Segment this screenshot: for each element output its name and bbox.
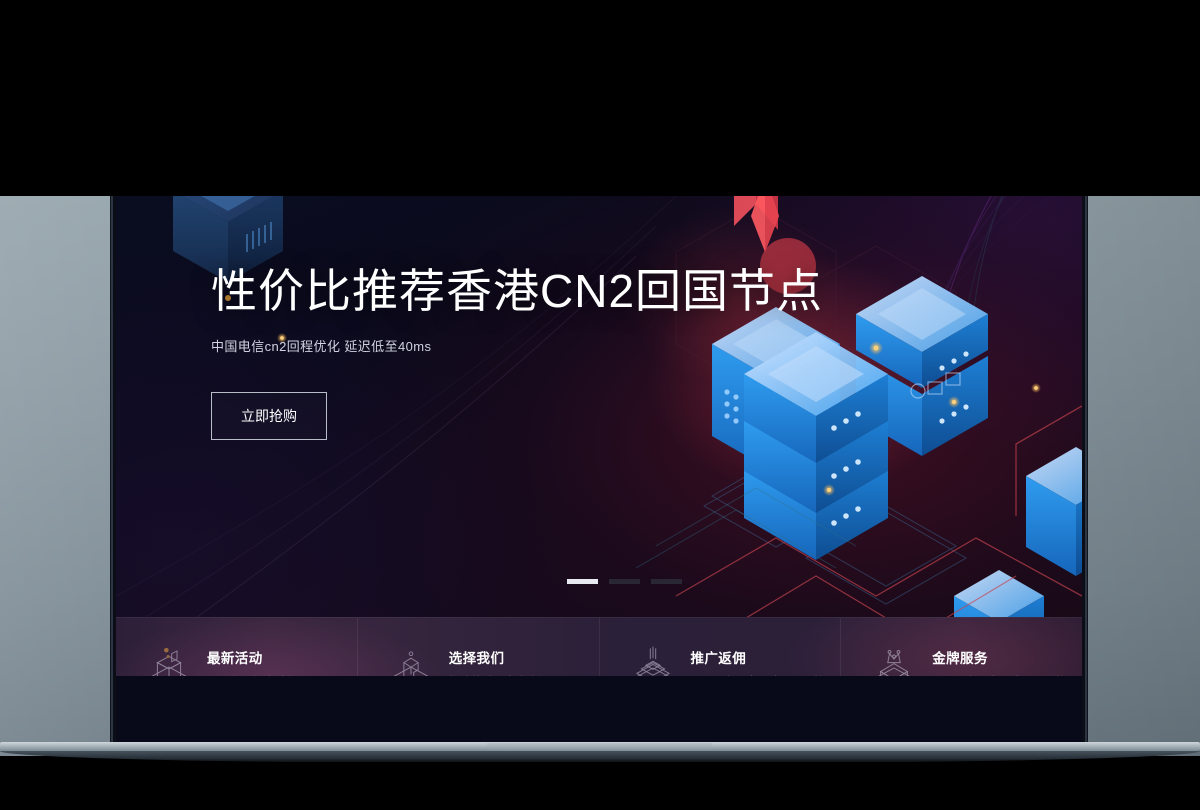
laptop-base — [0, 742, 1200, 764]
hero-headline: 性价比推荐香港CN2回国节点 — [211, 265, 824, 317]
feature-text: 推广返佣 百分服务，安心购，用无忧 — [691, 647, 825, 677]
feature-card-referral[interactable]: 推广返佣 百分服务，安心购，用无忧 — [600, 618, 842, 676]
feature-desc: 百分服务，安心购，用无忧 — [932, 673, 1066, 677]
feature-title: 最新活动 — [207, 650, 263, 666]
feature-desc: 云服务器新购2折起 — [207, 673, 303, 677]
carousel-dot-2[interactable] — [609, 579, 640, 584]
screenshot-stage: KVMCloud 门户首页 产品中心 公告信息 服务支持 解决方案 生态合作 — [0, 0, 1200, 810]
feature-card-latest-activity[interactable]: 最新活动 云服务器新购2折起 — [116, 618, 358, 676]
feature-text: 选择我们 极致体验，安全合规 — [449, 647, 550, 677]
crown-box-icon — [877, 649, 911, 676]
feature-card-premium-service[interactable]: 金牌服务 百分服务，安心购，用无忧 — [841, 618, 1082, 676]
feature-text: 金牌服务 百分服务，安心购，用无忧 — [932, 647, 1066, 677]
top-letterbox — [0, 0, 1200, 196]
iso-cube-edge — [1026, 447, 1082, 576]
puzzle-piece-icon — [392, 650, 430, 676]
feature-title: 金牌服务 — [932, 650, 988, 666]
feature-bar: 最新活动 云服务器新购2折起 — [116, 617, 1082, 676]
feature-title: 选择我们 — [448, 650, 505, 666]
buy-now-button[interactable]: 立即抢购 — [211, 391, 327, 440]
carousel-indicators — [567, 579, 682, 584]
server-rack-icon — [150, 647, 188, 676]
feature-desc: 极致体验，安全合规 — [449, 673, 550, 677]
feature-card-choose-us[interactable]: 选择我们 极致体验，安全合规 — [358, 618, 600, 676]
layered-stack-icon — [635, 646, 670, 676]
feature-text: 最新活动 云服务器新购2折起 — [207, 647, 303, 677]
feature-title: 推广返佣 — [690, 650, 747, 666]
carousel-dot-3[interactable] — [651, 579, 682, 584]
hero-copy: 性价比推荐香港CN2回国节点 中国电信cn2回程优化 延迟低至40ms 立即抢购 — [211, 265, 824, 440]
bottom-letterbox — [0, 762, 1200, 810]
feature-desc: 百分服务，安心购，用无忧 — [691, 673, 825, 677]
hero-subtitle: 中国电信cn2回程优化 延迟低至40ms — [211, 338, 432, 354]
carousel-dot-1[interactable] — [567, 579, 598, 584]
